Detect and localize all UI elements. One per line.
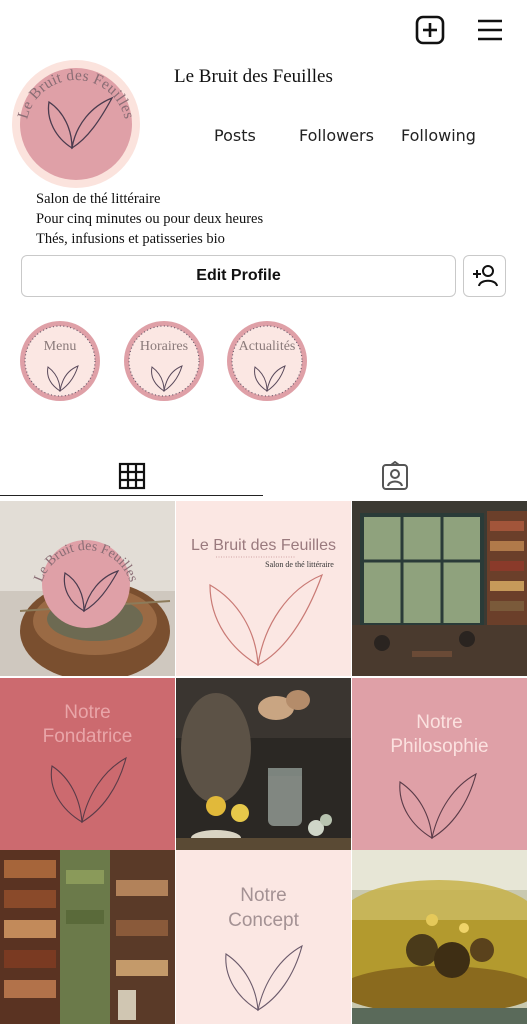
leaf-icon — [399, 772, 477, 840]
tagged-person-icon — [381, 461, 408, 490]
post-tile[interactable] — [0, 850, 175, 1024]
add-person-icon — [473, 265, 498, 287]
post-tile[interactable]: Notre Fondatrice — [0, 678, 175, 853]
post-tile[interactable] — [352, 501, 527, 676]
post-tile[interactable]: Le Bruit des Feuilles — [0, 501, 175, 676]
highlight-label: Horaires — [139, 339, 189, 354]
bio-line: Pour cinq minutes ou pour deux heures — [36, 211, 264, 227]
post-tile[interactable] — [176, 678, 351, 853]
tea-cup-photo — [352, 850, 527, 1024]
herbs-jar-photo — [176, 678, 351, 853]
avatar-arc-text: Le Bruit des Feuilles — [14, 67, 137, 121]
avatar[interactable]: Le Bruit des Feuilles — [12, 60, 140, 188]
leaf-icon — [128, 325, 200, 397]
tab-tagged[interactable] — [263, 456, 526, 496]
plus-square-icon — [415, 15, 445, 45]
following-stat[interactable]: Following — [401, 126, 476, 145]
bio-line: Salon de thé littéraire — [36, 191, 161, 207]
add-user-button[interactable] — [463, 255, 506, 297]
highlight-label: Menu — [43, 339, 77, 354]
leaf-icon — [209, 556, 324, 667]
highlight-actualites[interactable]: Actualités — [227, 321, 307, 401]
hamburger-icon — [478, 19, 502, 41]
post-tile[interactable]: Le Bruit des Feuilles Salon de thé litté… — [176, 501, 351, 676]
edit-profile-button[interactable]: Edit Profile — [21, 255, 456, 297]
followers-stat[interactable]: Followers — [299, 126, 374, 145]
menu-button[interactable] — [474, 14, 506, 46]
grid-icon — [118, 462, 145, 489]
leaf-icon — [231, 325, 303, 397]
profile-username: Le Bruit des Feuilles — [174, 66, 333, 87]
leaf-logo-icon: Le Bruit des Feuilles — [14, 67, 137, 150]
new-post-button[interactable] — [414, 14, 446, 46]
profile-bio: Salon de thé littéraire Pour cinq minute… — [36, 189, 263, 249]
leaf-icon — [24, 325, 96, 397]
leaf-icon — [50, 756, 127, 824]
svg-text:Le Bruit des Feuilles: Le Bruit des Feuilles — [14, 67, 137, 121]
bookshelves-photo — [0, 850, 175, 1024]
post-subtitle: Salon de thé littéraire — [265, 560, 334, 569]
bio-line: Thés, infusions et patisseries bio — [36, 231, 225, 247]
posts-stat[interactable]: Posts — [214, 126, 256, 145]
highlight-horaires[interactable]: Horaires — [124, 321, 204, 401]
post-tile[interactable] — [352, 850, 527, 1024]
library-cafe-photo — [352, 501, 527, 676]
post-tile[interactable]: Notre Philosophie — [352, 678, 527, 853]
post-tile[interactable]: Notre Concept — [176, 850, 351, 1024]
highlight-menu[interactable]: Menu — [20, 321, 100, 401]
tea-pot-with-logo-photo: Le Bruit des Feuilles — [0, 501, 175, 676]
highlight-label: Actualités — [238, 339, 296, 354]
leaf-icon — [225, 944, 303, 1012]
tab-posts-grid[interactable] — [0, 456, 263, 496]
